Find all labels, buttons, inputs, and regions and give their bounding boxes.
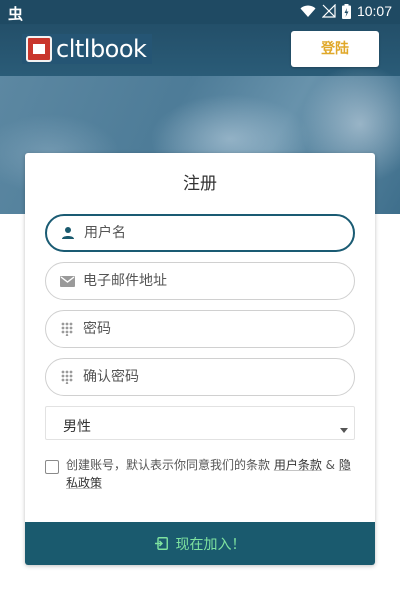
email-field[interactable] bbox=[45, 262, 355, 300]
status-bar: 虫 10:07 bbox=[0, 0, 400, 24]
username-field[interactable] bbox=[45, 214, 355, 252]
gender-selected-value: 男性 bbox=[63, 419, 91, 435]
agree-checkbox[interactable] bbox=[45, 460, 59, 474]
password-field[interactable] bbox=[45, 310, 355, 348]
password-input[interactable] bbox=[83, 321, 333, 337]
agreement-text-body: 创建账号，默认表示你同意我们的条款 bbox=[66, 458, 274, 472]
agreement-amp: & bbox=[321, 458, 339, 472]
dots-grid-icon bbox=[59, 369, 75, 385]
mail-icon bbox=[59, 273, 75, 289]
dots-grid-icon bbox=[59, 321, 75, 337]
no-signal-icon bbox=[321, 4, 336, 18]
agreement-row: 创建账号，默认表示你同意我们的条款 用户条款 & 隐私政策 bbox=[45, 456, 357, 492]
terms-link[interactable]: 用户条款 bbox=[274, 458, 322, 472]
agreement-text: 创建账号，默认表示你同意我们的条款 用户条款 & 隐私政策 bbox=[45, 456, 357, 492]
confirm-password-field[interactable] bbox=[45, 358, 355, 396]
app-logo[interactable]: cltlbook bbox=[22, 34, 153, 64]
confirm-password-input[interactable] bbox=[83, 369, 333, 385]
username-input[interactable] bbox=[84, 225, 334, 241]
email-input[interactable] bbox=[83, 273, 333, 289]
register-title: 注册 bbox=[183, 174, 217, 194]
logo-icon bbox=[26, 36, 52, 62]
login-button[interactable]: 登陆 bbox=[291, 31, 379, 67]
register-card: 注册 男性 创建账号，默认表示你同意我们的条款 用户条款 & 隐私政策 bbox=[25, 153, 375, 565]
join-now-label: 现在加入！ bbox=[175, 536, 246, 553]
sign-in-icon bbox=[154, 537, 168, 550]
join-now-button[interactable]: 现在加入！ bbox=[25, 522, 375, 565]
caret-down-icon bbox=[340, 419, 348, 438]
clock-time: 10:07 bbox=[356, 3, 392, 19]
person-icon bbox=[60, 225, 76, 241]
gender-select[interactable]: 男性 bbox=[45, 406, 355, 440]
app-notification-icon: 虫 bbox=[8, 5, 24, 23]
wifi-icon bbox=[300, 5, 316, 18]
battery-charging-icon bbox=[341, 3, 351, 19]
logo-text: cltlbook bbox=[56, 35, 147, 63]
